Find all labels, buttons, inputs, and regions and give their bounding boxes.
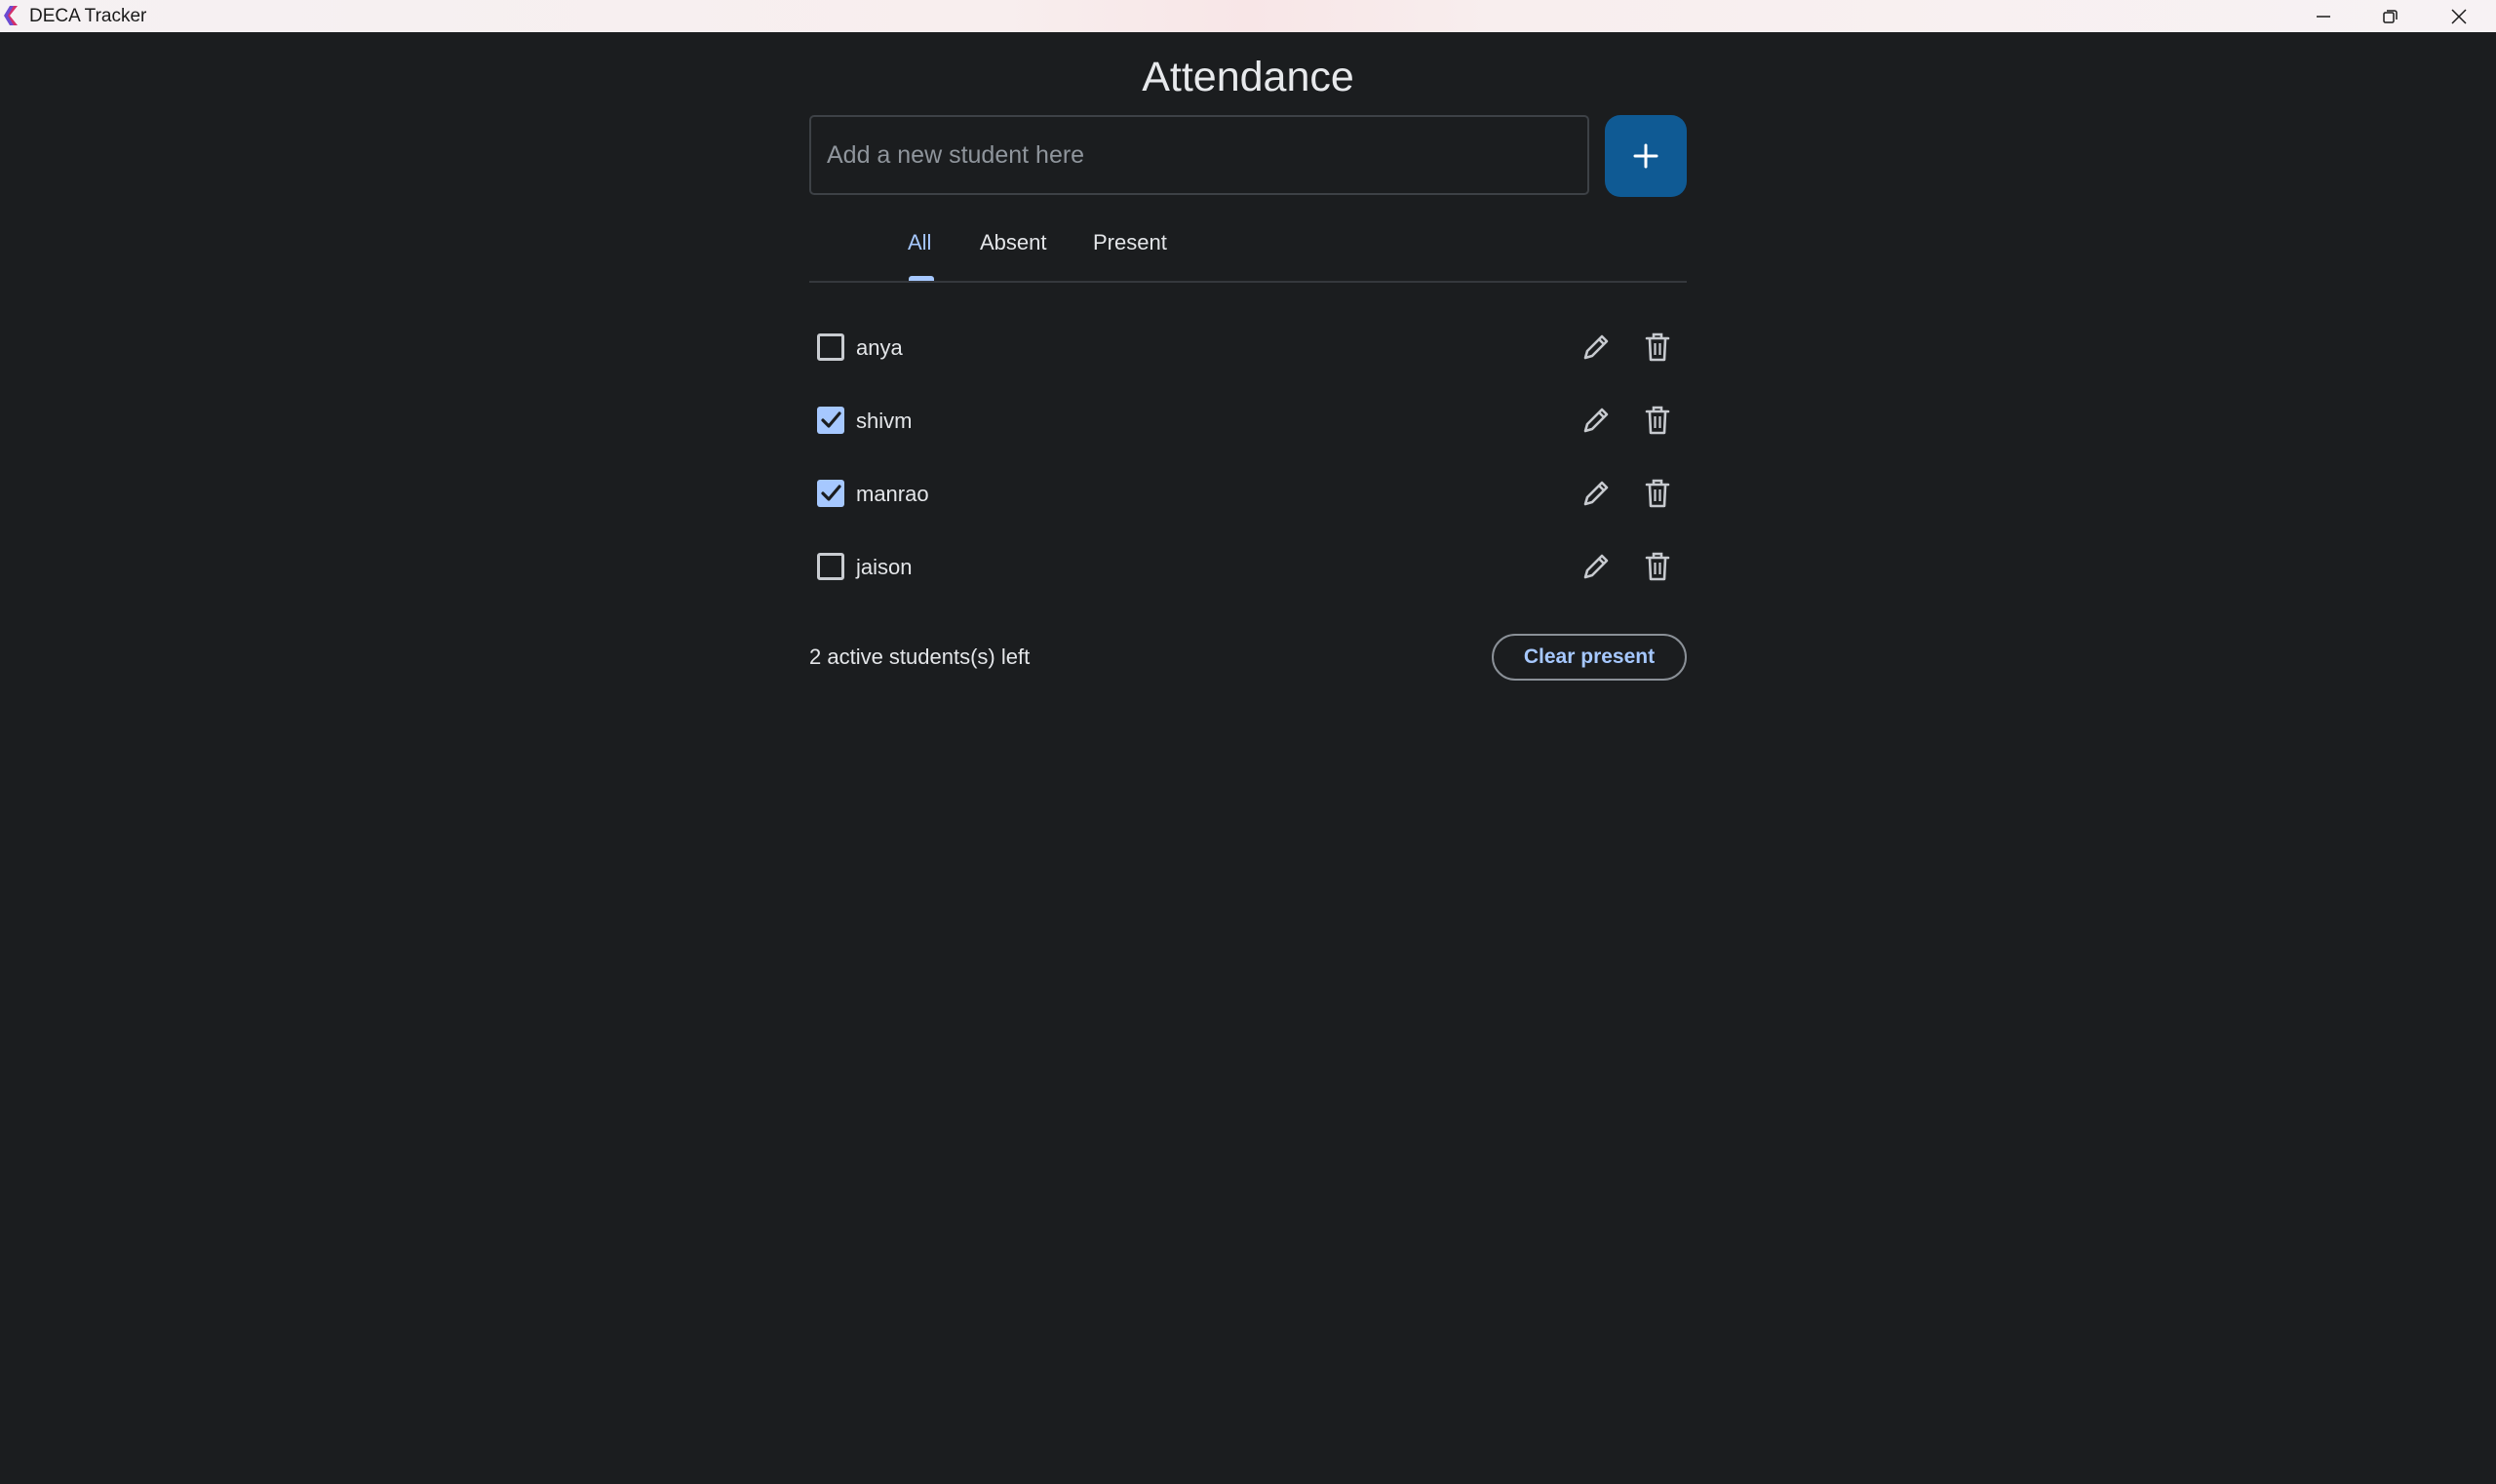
active-tab-indicator [909,276,934,281]
plus-icon [1633,143,1658,169]
trash-icon[interactable] [1643,405,1672,436]
tab-all[interactable]: All [908,230,931,255]
close-icon [2451,9,2467,24]
new-student-input[interactable] [809,115,1589,195]
minimize-icon [2317,16,2330,18]
restore-button[interactable] [2358,0,2424,32]
pencil-icon[interactable] [1580,332,1612,363]
student-name: anya [856,335,903,360]
checkmark-icon [821,411,841,428]
active-count-text: 2 active students(s) left [809,644,1031,669]
minimize-button[interactable] [2291,0,2358,32]
student-name: jaison [856,555,913,579]
tab-absent[interactable]: Absent [980,230,1047,255]
trash-icon[interactable] [1643,332,1672,363]
tab-present[interactable]: Present [1093,230,1167,255]
window-title: DECA Tracker [29,6,147,26]
pencil-icon[interactable] [1580,405,1612,436]
close-button[interactable] [2426,0,2492,32]
pencil-icon[interactable] [1580,478,1612,509]
page-title: Attendance [1142,54,1354,100]
app-logo-icon [4,6,18,25]
student-row: shivm [809,393,1687,451]
add-student-button[interactable] [1605,115,1687,197]
restore-icon [2383,10,2398,23]
student-row: jaison [809,539,1687,598]
trash-icon[interactable] [1643,551,1672,582]
window-titlebar: DECA Tracker [0,0,2496,32]
pencil-icon[interactable] [1580,551,1612,582]
student-row: manrao [809,466,1687,525]
student-name: manrao [856,482,929,506]
student-checkbox[interactable] [817,480,844,507]
checkmark-icon [821,485,841,501]
trash-icon[interactable] [1643,478,1672,509]
student-row: anya [809,320,1687,378]
student-name: shivm [856,409,913,433]
filter-tabs: All Absent Present [809,220,1687,283]
student-checkbox[interactable] [817,407,844,434]
student-checkbox[interactable] [817,333,844,361]
clear-present-button[interactable]: Clear present [1492,634,1687,681]
student-checkbox[interactable] [817,553,844,580]
